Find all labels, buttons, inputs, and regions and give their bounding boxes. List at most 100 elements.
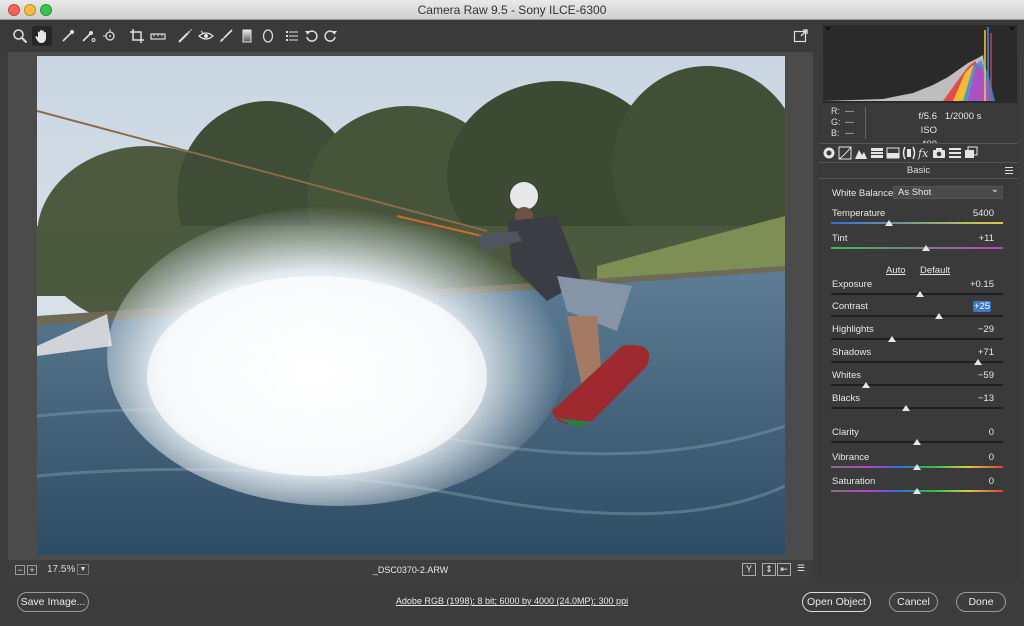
presets-icon <box>949 148 961 158</box>
close-window-button[interactable] <box>8 4 20 16</box>
tab-split-toning[interactable] <box>886 146 900 160</box>
whites-value[interactable]: −59 <box>956 370 994 381</box>
temperature-slider[interactable] <box>831 222 1003 224</box>
radial-filter-tool[interactable] <box>258 26 278 46</box>
tint-label: Tint <box>832 233 848 244</box>
red-eye-icon <box>198 30 214 40</box>
fullscreen-toggle[interactable] <box>791 26 811 46</box>
shadows-value[interactable]: +71 <box>956 347 994 358</box>
shutter-speed: 1/2000 s <box>944 111 982 122</box>
exposure-value[interactable]: +0.15 <box>956 279 994 290</box>
tab-effects[interactable]: fx <box>917 146 931 160</box>
blacks-slider[interactable] <box>831 407 1003 409</box>
straighten-icon <box>150 33 166 40</box>
swap-settings-button[interactable]: ⇕ <box>762 563 776 576</box>
rotate-left-tool[interactable] <box>302 26 322 46</box>
tint-slider[interactable] <box>831 247 1003 249</box>
copy-settings-icon: ⇤ <box>780 564 788 574</box>
crop-icon <box>130 29 144 43</box>
contrast-label: Contrast <box>832 301 868 312</box>
hand-icon <box>35 30 46 43</box>
tab-camera-calibration[interactable] <box>932 146 946 160</box>
saturation-slider-thumb[interactable] <box>913 488 921 494</box>
tab-basic[interactable] <box>822 146 836 160</box>
tint-slider-thumb[interactable] <box>921 245 930 251</box>
tab-tone-curve[interactable] <box>838 146 852 160</box>
tab-detail[interactable] <box>854 146 868 160</box>
panel-tabs: fx <box>819 143 1018 163</box>
rotate-right-icon <box>324 30 337 42</box>
maximize-window-button[interactable] <box>40 4 52 16</box>
blacks-value[interactable]: −13 <box>956 393 994 404</box>
temperature-value[interactable]: 5400 <box>956 208 994 219</box>
tab-lens-corrections[interactable] <box>902 146 916 160</box>
fullscreen-toggle-icon <box>793 29 808 43</box>
contrast-value[interactable]: +25 <box>973 301 991 312</box>
before-after-icon: Y <box>745 564 752 574</box>
preferences-tool[interactable] <box>282 26 302 46</box>
spot-removal-icon <box>178 29 192 43</box>
clarity-slider-thumb[interactable] <box>913 439 921 445</box>
camera-icon <box>933 148 945 158</box>
shadow-clipping-warning-icon[interactable] <box>824 25 832 32</box>
color-sampler-tool[interactable] <box>78 26 98 46</box>
whites-label: Whites <box>832 370 862 381</box>
exposure-slider-thumb[interactable] <box>916 291 925 297</box>
open-object-button[interactable]: Open Object <box>802 592 871 612</box>
white-balance-select[interactable]: As Shot <box>893 184 1003 199</box>
before-after-toggle[interactable]: Y <box>742 563 756 576</box>
whites-slider[interactable] <box>831 384 1003 386</box>
vibrance-label: Vibrance <box>832 452 870 463</box>
window-title: Camera Raw 9.5 - Sony ILCE-6300 <box>417 3 607 17</box>
blacks-slider-thumb[interactable] <box>901 405 910 411</box>
highlights-slider[interactable] <box>831 338 1003 340</box>
shadows-slider-thumb[interactable] <box>974 359 983 365</box>
rotate-right-tool[interactable] <box>320 26 340 46</box>
cancel-button[interactable]: Cancel <box>889 592 938 612</box>
copy-settings-button[interactable]: ⇤ <box>777 563 791 576</box>
rgb-readout: R: --- G: --- B: --- <box>831 106 854 138</box>
hand-tool[interactable] <box>32 26 52 46</box>
histogram <box>823 25 1017 103</box>
white-balance-tool[interactable] <box>58 26 78 46</box>
graduated-filter-icon <box>242 29 252 43</box>
detail-icon <box>855 150 867 159</box>
clarity-value[interactable]: 0 <box>956 427 994 438</box>
adjustment-brush-tool[interactable] <box>216 26 236 46</box>
tab-snapshots[interactable] <box>964 146 978 160</box>
toggle-defaults-button[interactable]: ☰ <box>794 563 808 576</box>
radial-filter-icon <box>262 29 274 43</box>
default-link[interactable]: Default <box>920 265 950 276</box>
straighten-tool[interactable] <box>148 26 168 46</box>
auto-link[interactable]: Auto <box>886 265 906 276</box>
section-title: Basic <box>819 164 1018 179</box>
tab-hsl[interactable] <box>870 146 884 160</box>
targeted-adjustment-tool[interactable] <box>100 26 120 46</box>
red-eye-tool[interactable] <box>196 26 216 46</box>
vibrance-value[interactable]: 0 <box>956 452 994 463</box>
panel-menu-icon[interactable] <box>1005 167 1013 174</box>
preview-image[interactable] <box>37 56 785 555</box>
aperture: f/5.6 <box>918 111 938 122</box>
highlights-slider-thumb[interactable] <box>888 336 897 342</box>
tab-presets[interactable] <box>948 146 962 160</box>
zoom-tool[interactable] <box>10 26 30 46</box>
saturation-value[interactable]: 0 <box>956 476 994 487</box>
tint-value[interactable]: +11 <box>956 233 994 244</box>
contrast-slider-thumb[interactable] <box>934 313 943 319</box>
spot-removal-tool[interactable] <box>175 26 195 46</box>
contrast-slider[interactable] <box>831 315 1003 317</box>
clarity-label: Clarity <box>832 427 859 438</box>
highlight-clipping-warning-icon[interactable] <box>1008 25 1016 32</box>
graduated-filter-tool[interactable] <box>237 26 257 46</box>
saturation-label: Saturation <box>832 476 876 487</box>
minimize-window-button[interactable] <box>24 4 36 16</box>
whites-slider-thumb[interactable] <box>862 382 871 388</box>
highlights-value[interactable]: −29 <box>956 324 994 335</box>
temperature-slider-thumb[interactable] <box>885 220 894 226</box>
done-button[interactable]: Done <box>956 592 1006 612</box>
highlights-label: Highlights <box>832 324 874 335</box>
split-toning-icon <box>886 147 900 159</box>
crop-tool[interactable] <box>127 26 147 46</box>
vibrance-slider-thumb[interactable] <box>913 464 921 470</box>
